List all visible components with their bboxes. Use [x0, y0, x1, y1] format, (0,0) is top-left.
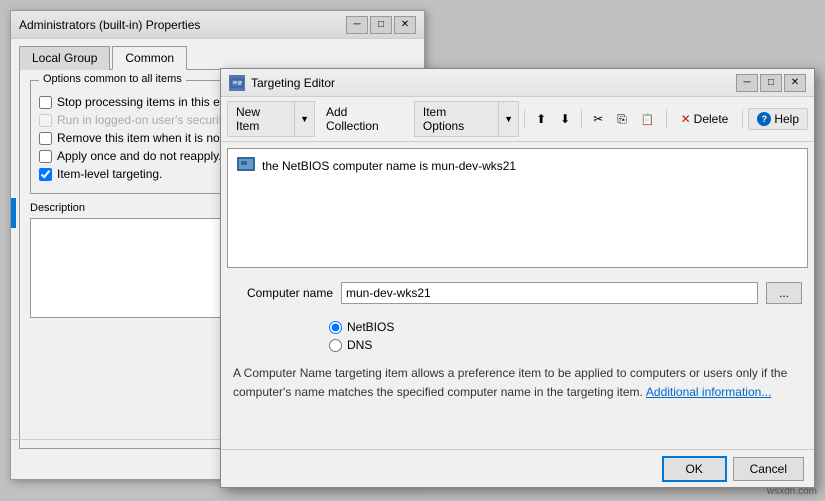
te-ok-button[interactable]: OK — [662, 456, 727, 482]
te-footer: OK Cancel — [221, 449, 814, 487]
item-options-dropdown[interactable]: Item Options ▼ — [414, 101, 519, 137]
new-item-dropdown[interactable]: New Item ▼ — [227, 101, 315, 137]
targeting-icon — [229, 75, 245, 91]
radio-group: NetBIOS DNS — [329, 320, 814, 352]
tab-local-group[interactable]: Local Group — [19, 46, 110, 70]
te-item-row[interactable]: the NetBIOS computer name is mun-dev-wks… — [232, 153, 803, 178]
new-item-arrow[interactable]: ▼ — [295, 111, 314, 127]
delete-x-icon: ✕ — [681, 112, 691, 126]
te-titlebar: Targeting Editor ─ □ ✕ — [221, 69, 814, 97]
item-options-label: Item Options — [415, 102, 499, 136]
checkbox-apply[interactable] — [39, 150, 52, 163]
properties-titlebar: Administrators (built-in) Properties ─ □… — [11, 11, 424, 39]
te-close-button[interactable]: ✕ — [784, 74, 806, 92]
add-collection-label: Add Collection — [326, 105, 403, 133]
label-remove: Remove this item when it is no lo — [57, 131, 232, 145]
radio-netbios[interactable] — [329, 321, 342, 334]
help-icon: ? — [757, 112, 771, 126]
copy-button[interactable]: ⎘ — [611, 108, 633, 131]
computer-name-input[interactable] — [341, 282, 758, 304]
toolbar-sep-2 — [581, 109, 582, 129]
label-targeting: Item-level targeting. — [57, 167, 162, 181]
blue-accent — [11, 198, 16, 228]
properties-title: Administrators (built-in) Properties — [19, 18, 200, 32]
computer-name-label: Computer name — [233, 286, 333, 300]
radio-netbios-row: NetBIOS — [329, 320, 814, 334]
te-cancel-button[interactable]: Cancel — [733, 457, 804, 481]
toolbar-sep-3 — [666, 109, 667, 129]
checkbox-stop[interactable] — [39, 96, 52, 109]
checkbox-targeting[interactable] — [39, 168, 52, 181]
delete-label: Delete — [694, 112, 729, 126]
radio-dns[interactable] — [329, 339, 342, 352]
new-item-label: New Item — [228, 102, 295, 136]
te-maximize-button[interactable]: □ — [760, 74, 782, 92]
te-content-area: the NetBIOS computer name is mun-dev-wks… — [227, 148, 808, 268]
te-toolbar: New Item ▼ Add Collection Item Options ▼… — [221, 97, 814, 142]
toolbar-sep-4 — [742, 109, 743, 129]
te-item-icon — [236, 156, 256, 175]
move-down-button[interactable]: ⬇ — [554, 108, 576, 130]
titlebar-buttons: ─ □ ✕ — [346, 16, 416, 34]
targeting-editor-window: Targeting Editor ─ □ ✕ New Item ▼ Add Co… — [220, 68, 815, 488]
additional-info-link[interactable]: Additional information... — [646, 385, 771, 399]
computer-name-row: Computer name ... — [233, 282, 802, 304]
tab-bar: Local Group Common — [11, 39, 424, 69]
help-label: Help — [774, 112, 799, 126]
tab-common[interactable]: Common — [112, 46, 187, 70]
te-description: A Computer Name targeting item allows a … — [221, 360, 814, 409]
checkbox-run — [39, 114, 52, 127]
item-options-arrow[interactable]: ▼ — [499, 111, 518, 127]
label-dns: DNS — [347, 338, 372, 352]
label-apply: Apply once and do not reapply. — [57, 149, 222, 163]
te-form: Computer name ... — [221, 274, 814, 320]
label-netbios: NetBIOS — [347, 320, 394, 334]
te-title: Targeting Editor — [251, 76, 335, 90]
label-stop: Stop processing items in this exte — [57, 95, 236, 109]
help-button[interactable]: ? Help — [748, 108, 808, 130]
te-minimize-button[interactable]: ─ — [736, 74, 758, 92]
checkbox-remove[interactable] — [39, 132, 52, 145]
te-title-left: Targeting Editor — [229, 75, 335, 91]
group-legend: Options common to all items — [39, 73, 186, 85]
toolbar-sep-1 — [524, 109, 525, 129]
te-titlebar-buttons: ─ □ ✕ — [736, 74, 806, 92]
paste-button[interactable]: 📋 — [635, 109, 661, 130]
cut-button[interactable]: ✂ — [587, 108, 609, 130]
minimize-button[interactable]: ─ — [346, 16, 368, 34]
radio-dns-row: DNS — [329, 338, 814, 352]
close-button[interactable]: ✕ — [394, 16, 416, 34]
maximize-button[interactable]: □ — [370, 16, 392, 34]
label-run: Run in logged-on user's security c — [57, 113, 237, 127]
move-up-button[interactable]: ⬆ — [530, 108, 552, 130]
add-collection-button[interactable]: Add Collection — [317, 101, 412, 137]
delete-button[interactable]: ✕ Delete — [672, 108, 738, 130]
te-item-text: the NetBIOS computer name is mun-dev-wks… — [262, 159, 516, 173]
browse-button[interactable]: ... — [766, 282, 802, 304]
